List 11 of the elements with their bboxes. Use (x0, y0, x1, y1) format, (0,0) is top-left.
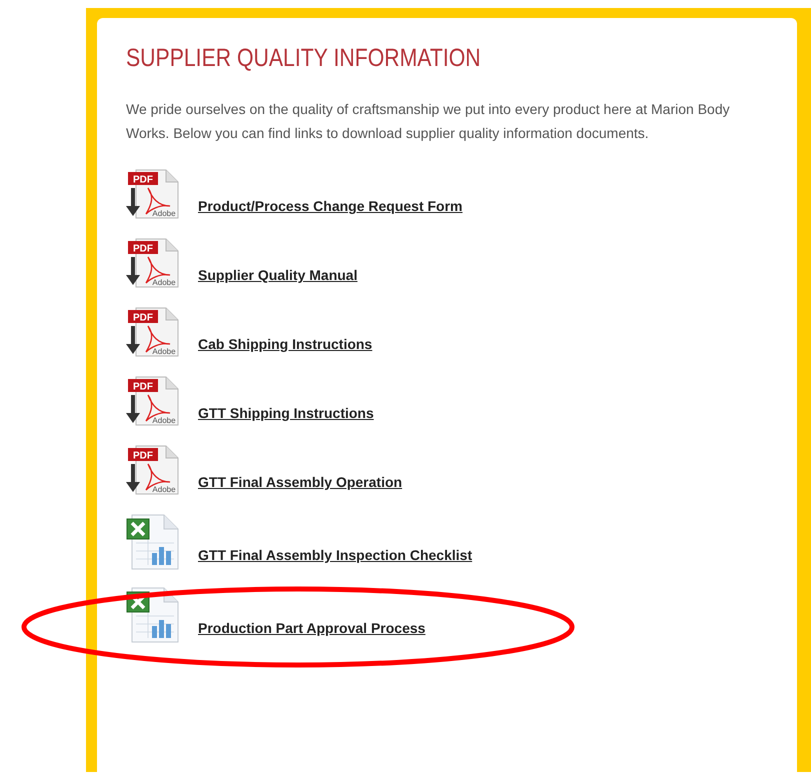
document-link[interactable]: GTT Final Assembly Operation (198, 474, 402, 490)
spreadsheet-file-icon (126, 513, 180, 571)
intro-paragraph: We pride ourselves on the quality of craftsmanship we put into every product here at Marion Body Works. Below you can find links to download supplier quality information documents. (126, 100, 731, 143)
document-link[interactable]: GTT Final Assembly Inspection Checklist (198, 547, 472, 563)
document-link[interactable]: Production Part Approval Process (198, 620, 426, 636)
page-heading: SUPPLIER QUALITY INFORMATION (126, 44, 482, 73)
document-link[interactable]: Product/Process Change Request Form (198, 198, 463, 214)
document-link[interactable]: Supplier Quality Manual (198, 267, 358, 283)
document-link[interactable]: GTT Shipping Instructions (198, 405, 374, 421)
spreadsheet-file-icon (126, 586, 180, 644)
document-link[interactable]: Cab Shipping Instructions (198, 336, 372, 352)
